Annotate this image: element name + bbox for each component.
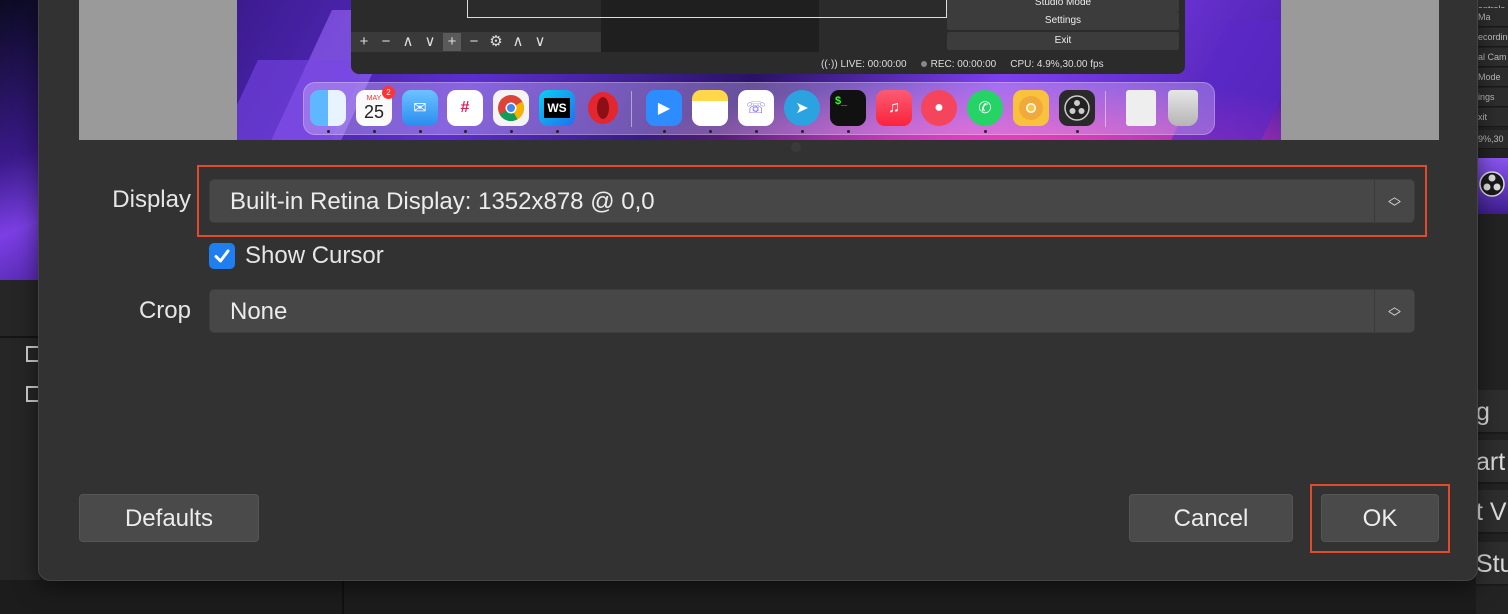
running-indicator — [556, 130, 559, 133]
show-cursor-checkbox[interactable] — [209, 243, 235, 269]
desktop-preview: + − ∧ ∨ + − ⚙ ∧ ∨ Studio Mode Settings E… — [237, 0, 1281, 140]
obs-status-bar: ((·)) LIVE: 00:00:00 REC: 00:00:00 CPU: … — [821, 56, 1181, 72]
obs-window-preview: + − ∧ ∨ + − ⚙ ∧ ∨ Studio Mode Settings E… — [351, 0, 1185, 74]
background-desktop-left — [0, 0, 40, 280]
rec-status: REC: 00:00:00 — [920, 58, 997, 70]
rec-time: REC: 00:00:00 — [930, 58, 997, 70]
telegram-icon: ➤ — [784, 90, 820, 126]
panel-divider — [0, 336, 40, 338]
start-streaming-button: g — [1476, 390, 1508, 434]
bg-menu-item: ecording — [1476, 28, 1508, 47]
cpu-status: CPU: 4.9%,30.00 fps — [1010, 58, 1104, 70]
finder-icon — [310, 90, 346, 126]
running-indicator — [709, 130, 712, 133]
chrome-icon — [493, 90, 529, 126]
viber-icon: ☏ — [738, 90, 774, 126]
checkmark-icon — [214, 249, 230, 263]
bg-menu-item: Ma — [1476, 8, 1508, 27]
source-preview: + − ∧ ∨ + − ⚙ ∧ ∨ Studio Mode Settings E… — [79, 0, 1439, 140]
rec-dot-icon — [920, 60, 927, 67]
remove-icon: − — [469, 33, 479, 50]
mail-icon: ✉ — [402, 90, 438, 126]
move-up-icon: ∧ — [512, 33, 524, 50]
running-indicator — [327, 130, 330, 133]
calendar-day: 25 — [363, 102, 385, 122]
panel-divider — [342, 580, 344, 614]
start-virtual-camera-button: t V — [1476, 490, 1508, 534]
preview-resize-handle[interactable] — [791, 142, 801, 152]
background-bottom-panel — [0, 580, 1508, 614]
obs-studio-mode-button: Studio Mode — [947, 0, 1179, 12]
defaults-button[interactable]: Defaults — [79, 494, 259, 542]
terminal-icon: $_ — [830, 90, 866, 126]
running-indicator — [510, 130, 513, 133]
running-indicator — [373, 130, 376, 133]
highlight-box — [197, 165, 1427, 237]
add-icon: + — [359, 33, 369, 50]
running-indicator — [847, 130, 850, 133]
obs-exit-button: Exit — [947, 32, 1179, 50]
running-indicator — [984, 130, 987, 133]
webstorm-icon: WS — [539, 90, 575, 126]
crop-label: Crop — [138, 297, 191, 324]
running-indicator — [1076, 130, 1079, 133]
crop-select[interactable]: None ︿ ﹀ — [209, 289, 1415, 334]
calendar-icon: MAY 25 2 — [356, 86, 395, 126]
bg-menu-item: ings — [1476, 88, 1508, 107]
crop-select-value: None — [230, 298, 288, 325]
cancel-button[interactable]: Cancel — [1129, 494, 1293, 542]
dock-separator — [1105, 91, 1106, 127]
obs-icon — [1059, 90, 1095, 126]
chevron-up-down-icon: ︿ ﹀ — [1374, 290, 1414, 334]
rocketchat-icon: ● — [921, 90, 957, 126]
background-left-panel — [0, 280, 40, 614]
opera-icon — [585, 90, 621, 126]
running-indicator — [801, 130, 804, 133]
trash-icon — [1168, 90, 1198, 126]
running-indicator — [663, 130, 666, 133]
calendar-badge: 2 — [382, 86, 395, 99]
move-down-icon: ∨ — [534, 33, 546, 50]
dock-separator — [631, 91, 632, 127]
slack-icon: # — [447, 90, 483, 126]
bg-menu-item: al Cam — [1476, 48, 1508, 67]
obs-settings-button: Settings — [947, 12, 1179, 30]
obs-transition-frame — [467, 0, 947, 18]
show-cursor-label[interactable]: Show Cursor — [245, 242, 384, 270]
obs-scene-toolbar: + − ∧ ∨ + − ⚙ ∧ ∨ — [351, 32, 601, 52]
highlight-box — [1310, 484, 1450, 553]
bg-menu-item: xit — [1476, 108, 1508, 127]
move-up-icon: ∧ — [402, 33, 414, 50]
bg-menu-item: Mode — [1476, 68, 1508, 87]
background-controls-panel: ontrols Ma ecording al Cam Mode ings xit… — [1476, 0, 1508, 614]
start-recording-button: art — [1476, 440, 1508, 484]
add-icon: + — [443, 33, 461, 51]
zoom-icon: ▶ — [646, 90, 682, 126]
documents-icon — [1126, 90, 1156, 126]
remove-icon: − — [381, 33, 391, 50]
notes-icon — [692, 90, 728, 126]
running-indicator — [755, 130, 758, 133]
macos-dock: MAY 25 2 ✉ # WS ▶ ☏ ➤ $_ ♫ ● ✆ — [303, 82, 1215, 135]
studio-mode-button: Stu — [1476, 542, 1508, 586]
running-indicator — [419, 130, 422, 133]
running-indicator — [464, 130, 467, 133]
live-time: LIVE: 00:00:00 — [840, 58, 907, 70]
music-icon: ♫ — [876, 90, 912, 126]
gear-icon: ⚙ — [489, 33, 503, 50]
obs-icon — [1476, 158, 1508, 214]
chrome-canary-icon — [1013, 90, 1049, 126]
display-capture-properties-dialog: + − ∧ ∨ + − ⚙ ∧ ∨ Studio Mode Settings E… — [38, 0, 1478, 581]
move-down-icon: ∨ — [424, 33, 436, 50]
display-label: Display — [112, 186, 191, 213]
whatsapp-icon: ✆ — [967, 90, 1003, 126]
bg-menu-item: 9%,30 — [1476, 130, 1508, 149]
live-status: ((·)) LIVE: 00:00:00 — [821, 58, 907, 70]
